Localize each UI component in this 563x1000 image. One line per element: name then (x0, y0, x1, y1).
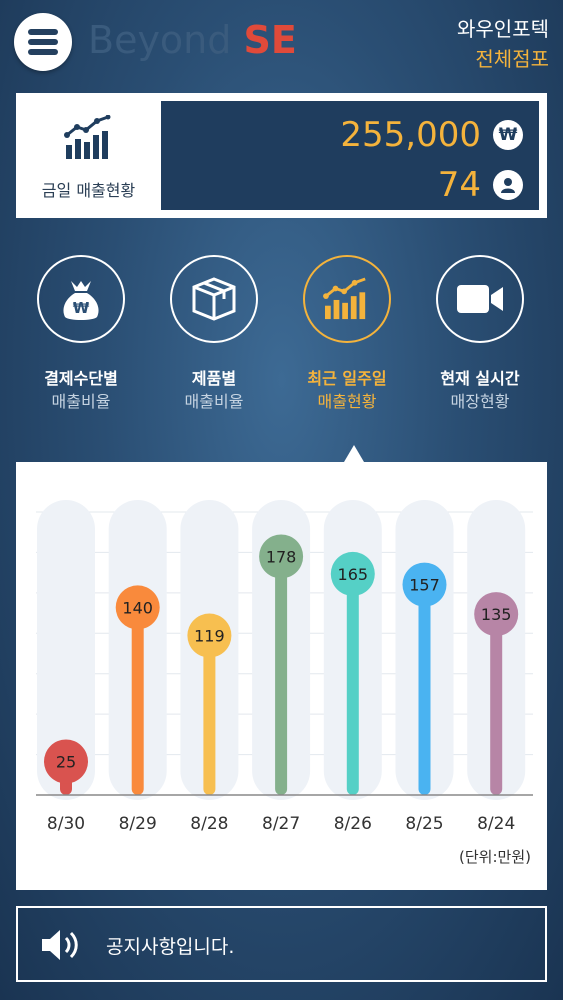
category-payment-method[interactable]: ₩ 결제수단별 매출비율 (31, 255, 131, 414)
category-title: 제품별 (191, 369, 237, 388)
bar (131, 607, 144, 795)
person-icon (493, 170, 523, 200)
category-title: 현재 실시간 (440, 369, 520, 388)
bar-value-label: 157 (409, 576, 440, 595)
category-ring[interactable] (170, 255, 258, 343)
bar-chart: 25 8/30 140 8/29 119 8/28 178 8/27 165 8/26 157 8/2… (36, 500, 533, 834)
bar-value-label: 25 (56, 753, 76, 772)
box-icon (192, 277, 236, 321)
bar-value-label: 178 (266, 547, 297, 566)
sales-amount: 255,000 (340, 115, 481, 155)
money-bag-icon: ₩ (63, 281, 99, 320)
today-sales-values: 255,000 ₩ 74 (161, 101, 539, 210)
app-logo: Beyond SE (88, 18, 297, 62)
sales-amount-row: 255,000 ₩ (340, 115, 523, 155)
bar (203, 635, 216, 795)
today-sales-card: 금일 매출현황 255,000 ₩ 74 (16, 93, 547, 218)
menu-icon (28, 29, 58, 35)
logo-text: Beyond (88, 18, 232, 62)
branch-name[interactable]: 전체점포 (457, 44, 549, 74)
today-sales-header: 금일 매출현황 (16, 93, 161, 218)
chart-icon (64, 115, 111, 159)
category-title: 결제수단별 (44, 369, 118, 388)
category-realtime[interactable]: 현재 실시간 매장현황 (430, 255, 530, 414)
video-camera-icon (457, 285, 503, 313)
x-tick-label: 8/24 (477, 814, 515, 834)
bar-value-label: 119 (194, 627, 225, 646)
notice-bar[interactable]: 공지사항입니다. (16, 906, 547, 982)
category-subtitle: 매출비율 (184, 392, 244, 411)
category-ring[interactable] (436, 255, 524, 343)
bar-value-label: 135 (481, 605, 512, 624)
x-tick-label: 8/29 (119, 814, 157, 834)
category-subtitle: 매장현황 (450, 392, 510, 411)
x-tick-label: 8/28 (190, 814, 228, 834)
logo-accent: SE (243, 18, 297, 62)
bar-value-label: 165 (338, 565, 369, 584)
today-sales-label: 금일 매출현황 (41, 181, 136, 200)
bar (490, 614, 503, 795)
menu-button[interactable] (14, 13, 72, 71)
customer-count: 74 (437, 165, 481, 205)
x-tick-label: 8/26 (334, 814, 372, 834)
x-tick-label: 8/30 (47, 814, 85, 834)
category-product[interactable]: 제품별 매출비율 (164, 255, 264, 414)
store-selector[interactable]: 와우인포텍 전체점포 (457, 14, 549, 74)
company-name: 와우인포텍 (457, 17, 549, 41)
category-title: 최근 일주일 (307, 369, 387, 388)
category-subtitle: 매출현황 (317, 392, 377, 411)
notice-text: 공지사항입니다. (106, 936, 235, 958)
unit-label: (단위:만원) (459, 848, 531, 866)
x-tick-label: 8/27 (262, 814, 300, 834)
bar (418, 584, 431, 795)
category-weekly-sales[interactable]: 최근 일주일 매출현황 (297, 255, 397, 414)
bar (275, 556, 288, 795)
active-tab-pointer (344, 445, 364, 462)
speaker-icon (42, 930, 78, 960)
bar-value-label: 140 (122, 598, 153, 617)
won-icon: ₩ (493, 120, 523, 150)
bar (346, 573, 359, 795)
customer-count-row: 74 (438, 165, 523, 205)
category-ring[interactable] (303, 255, 391, 343)
x-tick-label: 8/25 (405, 814, 443, 834)
weekly-sales-chart: 25 8/30 140 8/29 119 8/28 178 8/27 165 8/26 157 8/2… (16, 462, 547, 890)
svg-text:₩: ₩ (73, 299, 90, 317)
category-subtitle: 매출비율 (51, 392, 111, 411)
category-ring[interactable]: ₩ (37, 255, 125, 343)
chart-icon (323, 277, 366, 320)
